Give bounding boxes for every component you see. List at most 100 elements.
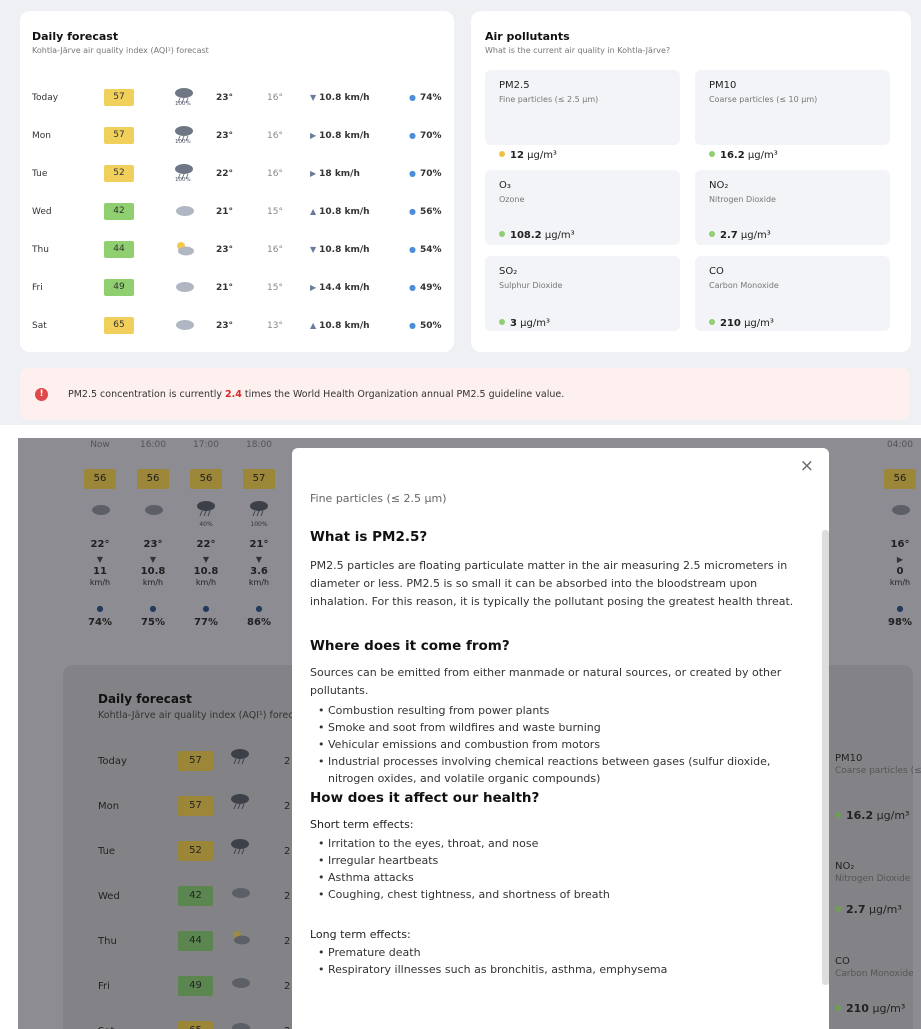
day-label: Mon (32, 131, 51, 141)
day-label: Today (98, 756, 127, 767)
wind-speed: ▲ 10.8 km/h (310, 321, 370, 331)
wind-speed: ▶ 10.8 km/h (310, 131, 370, 141)
close-icon[interactable]: × (800, 456, 814, 476)
hourly-column: 16:00 56 23° ▼ 10.8 km/h ● 75% (133, 438, 173, 648)
list-item: Asthma attacks (318, 869, 788, 886)
aqi-badge: 57 (178, 751, 213, 771)
temp-low: 16° (267, 169, 283, 179)
no2-card[interactable]: NO₂ Nitrogen Dioxide (835, 861, 910, 884)
aqi-badge: 65 (178, 1021, 213, 1029)
temperature: 22° (90, 539, 110, 550)
daily-forecast-subtitle: Kohtla-Järve air quality index (AQI¹) fo… (32, 46, 209, 55)
aqi-badge: 42 (104, 203, 134, 220)
pollutant-value: 2.7 μg/m³ (709, 230, 771, 241)
daily-row: Wed 42 21° 15° ▲ 10.8 km/h ● 56% (32, 203, 457, 223)
wind-direction-icon: ▲ (310, 207, 317, 216)
pollutant-name: PM2.5 (499, 80, 530, 91)
aqi-badge: 44 (104, 241, 134, 258)
list-item: Vehicular emissions and combustion from … (318, 736, 788, 753)
pollutant-card[interactable]: NO₂ Nitrogen Dioxide 2.7 μg/m³ (695, 170, 890, 245)
pollutant-desc: Coarse particles (≤ 10 μm) (709, 95, 818, 104)
modal-scrollbar[interactable] (822, 530, 829, 985)
short-term-list: Irritation to the eyes, throat, and nose… (318, 835, 788, 903)
wind-speed: 3.6 km/h (248, 566, 270, 587)
humidity: 77% (194, 617, 218, 628)
temp-high: 2 (284, 756, 291, 767)
daily-forecast-card: Daily forecast Kohtla-Järve air quality … (20, 11, 454, 352)
humidity: ● 49% (409, 283, 442, 293)
long-term-list: Premature deathRespiratory illnesses suc… (318, 944, 788, 978)
temp-low: 15° (267, 283, 283, 293)
wind-speed: 10.8 km/h (140, 566, 166, 587)
wind-speed: 11 km/h (89, 566, 111, 587)
cloud-icon (172, 277, 196, 299)
rain-chance: 100% (175, 139, 191, 145)
pollutant-card[interactable]: O₃ Ozone 108.2 μg/m³ (485, 170, 680, 245)
hour-label: Now (90, 440, 110, 450)
co-card[interactable]: CO Carbon Monoxide (835, 956, 914, 979)
pollutant-name: PM10 (709, 80, 737, 91)
humidity: 74% (88, 617, 112, 628)
pollutant-card[interactable]: SO₂ Sulphur Dioxide 3 μg/m³ (485, 256, 680, 331)
pollutant-card[interactable]: PM2.5 Fine particles (≤ 2.5 μm) 12 μg/m³ (485, 70, 680, 161)
pollutant-name: CO (709, 266, 724, 277)
cloud-icon (172, 315, 196, 337)
long-term-label: Long term effects: (310, 928, 411, 941)
pollutant-name: SO₂ (499, 266, 518, 277)
pollutant-card[interactable]: CO Carbon Monoxide 210 μg/m³ (695, 256, 890, 331)
pollutant-desc: Carbon Monoxide (709, 281, 779, 290)
cloud-icon (80, 500, 120, 530)
pollutant-card[interactable]: PM10 Coarse particles (≤ 10 μm) 16.2 μg/m³ (695, 70, 890, 161)
temperature: 22° (196, 539, 216, 550)
wind-direction-icon: ▼ (149, 555, 157, 564)
humidity-drop-icon: ● (409, 321, 416, 330)
hourly-column: 18:00 57 100% 21° ▼ 3.6 km/h ● 86% (239, 438, 279, 648)
aqi-badge: 57 (104, 127, 134, 144)
wind-direction-icon: ▼ (202, 555, 210, 564)
aqi-badge: 52 (178, 841, 213, 861)
temp-low: 16° (267, 131, 283, 141)
wind-direction-icon: ▲ (310, 321, 317, 330)
rain-cloud-icon (228, 838, 252, 859)
humidity-drop-icon: ● (409, 169, 416, 178)
daily-row: Today 57 100% 23° 16° ▼ 10.8 km/h ● 74% (32, 87, 457, 109)
list-item: Coughing, chest tightness, and shortness… (318, 886, 788, 903)
wind-speed: 10.8 km/h (193, 566, 219, 587)
hour-label: 17:00 (193, 440, 219, 450)
modal-heading-what: What is PM2.5? (310, 529, 428, 545)
aqi-badge: 57 (178, 796, 213, 816)
day-label: Today (32, 93, 59, 103)
cloud-icon (228, 973, 252, 994)
aqi-badge: 49 (178, 976, 213, 996)
status-dot (709, 151, 715, 157)
daily-row: Sat 65 23° 13° ▲ 10.8 km/h ● 50% (32, 317, 457, 337)
rain-cloud-icon: 100% (239, 500, 279, 530)
humidity-drop-icon: ● (96, 604, 104, 613)
wind-direction-icon: ▼ (96, 555, 104, 564)
temp-high: 23° (216, 131, 234, 141)
list-item: Irritation to the eyes, throat, and nose (318, 835, 788, 852)
pm10-card[interactable]: PM10Coarse particles (≤ 10 μm) (835, 753, 921, 776)
aqi-badge: 57 (104, 89, 134, 106)
list-item: Combustion resulting from power plants (318, 702, 788, 719)
cloud-icon (172, 201, 196, 223)
modal-subtitle: Fine particles (≤ 2.5 μm) (310, 492, 447, 505)
aqi-badge: 57 (243, 469, 275, 489)
rain-chance: 100% (175, 177, 191, 183)
wind-direction-icon: ▼ (310, 93, 317, 102)
wind-speed: ▲ 10.8 km/h (310, 207, 370, 217)
humidity-drop-icon: ● (409, 131, 416, 140)
status-dot (499, 151, 505, 157)
day-label: Fri (32, 283, 43, 293)
humidity: ● 50% (409, 321, 442, 331)
wind-direction-icon: ▼ (255, 555, 263, 564)
modal-paragraph-what: PM2.5 particles are floating particulate… (310, 559, 794, 608)
aqi-badge: 65 (104, 317, 134, 334)
rain-cloud-icon: 100% (172, 87, 196, 109)
pollutant-name: NO₂ (709, 180, 729, 191)
temp-high: 2 (284, 936, 291, 947)
temp-high: 2 (284, 981, 291, 992)
pollutant-value: 108.2 μg/m³ (499, 230, 575, 241)
temp-high: 23° (216, 93, 234, 103)
temperature: 23° (143, 539, 163, 550)
